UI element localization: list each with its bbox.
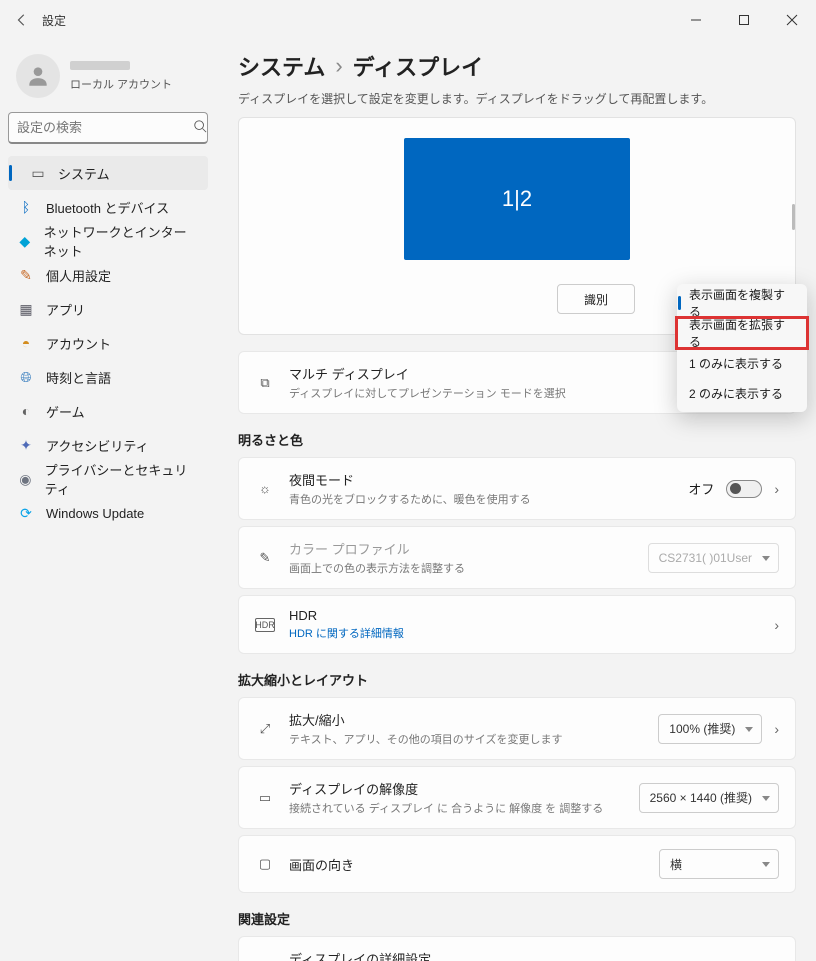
- scale-card[interactable]: ⤢ 拡大/縮小 テキスト、アプリ、その他の項目のサイズを変更します 100% (…: [238, 697, 796, 760]
- app-title: 設定: [42, 12, 66, 29]
- back-button[interactable]: [12, 10, 32, 30]
- identify-button[interactable]: 識別: [557, 284, 635, 314]
- multi-display-icon: ⧉: [255, 375, 275, 391]
- minimize-button[interactable]: [684, 8, 708, 32]
- menu-show-only-1[interactable]: 1 のみに表示する: [677, 348, 807, 378]
- card-title: カラー プロファイル: [289, 539, 634, 558]
- resolution-card[interactable]: ▭ ディスプレイの解像度 接続されている ディスプレイ に 合うように 解像度 …: [238, 766, 796, 829]
- card-title: ディスプレイの詳細設定: [289, 949, 760, 961]
- hdr-card[interactable]: HDR HDR HDR に関する詳細情報 ›: [238, 595, 796, 654]
- nav-accounts[interactable]: ◓アカウント: [8, 326, 208, 360]
- scrollbar[interactable]: [792, 204, 795, 230]
- section-scale: 拡大縮小とレイアウト: [238, 670, 796, 689]
- nav-time-language[interactable]: 🌐︎時刻と言語: [8, 360, 208, 394]
- close-button[interactable]: [780, 8, 804, 32]
- scale-icon: ⤢: [255, 721, 275, 737]
- bluetooth-icon: ᛒ: [18, 199, 34, 215]
- breadcrumb-display: ディスプレイ: [353, 50, 483, 82]
- card-sub: テキスト、アプリ、その他の項目のサイズを変更します: [289, 731, 644, 747]
- display-arrangement-panel: 1|2 識別 表示画面を複製する 表示画面を拡張する 1 のみに表示する 2 の…: [238, 117, 796, 335]
- nav-accessibility[interactable]: ✦アクセシビリティ: [8, 428, 208, 462]
- search-icon: [193, 119, 207, 136]
- toggle-state: オフ: [688, 479, 714, 498]
- card-sub: ディスプレイに対してプレゼンテーション モードを選択: [289, 385, 625, 401]
- search-box[interactable]: [8, 112, 208, 144]
- wifi-icon: ◆: [18, 233, 32, 249]
- update-icon: ⟳: [18, 505, 34, 521]
- card-sub: 画面上での色の表示方法を調整する: [289, 560, 634, 576]
- card-title: マルチ ディスプレイ: [289, 364, 625, 383]
- display-tile[interactable]: 1|2: [404, 138, 630, 260]
- card-title: 夜間モード: [289, 470, 674, 489]
- avatar-icon: [16, 54, 60, 98]
- shield-icon: ◉: [18, 471, 33, 487]
- card-title: 画面の向き: [289, 855, 645, 874]
- nav-privacy[interactable]: ◉プライバシーとセキュリティ: [8, 462, 208, 496]
- user-row[interactable]: ローカル アカウント: [8, 48, 208, 112]
- nav-system[interactable]: ▭システム: [8, 156, 208, 190]
- advanced-display-card[interactable]: 🖵 ディスプレイの詳細設定 ディスプレイ情報、リフレッシュ レート ›: [238, 936, 796, 961]
- globe-icon: 🌐︎: [18, 369, 34, 385]
- nav-personalization[interactable]: ✎個人用設定: [8, 258, 208, 292]
- card-title: HDR: [289, 608, 760, 623]
- user-sub: ローカル アカウント: [70, 76, 172, 92]
- account-icon: ◓: [18, 335, 34, 351]
- nav-update[interactable]: ⟳Windows Update: [8, 496, 208, 530]
- card-title: 拡大/縮小: [289, 710, 644, 729]
- hdr-link[interactable]: HDR に関する詳細情報: [289, 625, 760, 641]
- brush-icon: ✎: [18, 267, 34, 283]
- card-title: ディスプレイの解像度: [289, 779, 625, 798]
- night-toggle[interactable]: [726, 480, 762, 498]
- breadcrumb-system[interactable]: システム: [238, 50, 325, 82]
- menu-show-only-2[interactable]: 2 のみに表示する: [677, 378, 807, 408]
- nav-apps[interactable]: ▦アプリ: [8, 292, 208, 326]
- chevron-right-icon: ›: [774, 617, 779, 633]
- page-description: ディスプレイを選択して設定を変更します。ディスプレイをドラッグして再配置します。: [238, 90, 796, 107]
- maximize-button[interactable]: [732, 8, 756, 32]
- orientation-card[interactable]: ▢ 画面の向き 横: [238, 835, 796, 893]
- gaming-icon: ◐: [18, 403, 34, 419]
- hdr-icon: HDR: [255, 618, 275, 632]
- chevron-right-icon: ›: [335, 53, 342, 79]
- section-related: 関連設定: [238, 909, 796, 928]
- menu-duplicate[interactable]: 表示画面を複製する: [677, 288, 807, 318]
- search-input[interactable]: [17, 120, 193, 135]
- nav-gaming[interactable]: ◐ゲーム: [8, 394, 208, 428]
- resolution-icon: ▭: [255, 790, 275, 806]
- menu-extend[interactable]: 表示画面を拡張する: [677, 318, 807, 348]
- chevron-right-icon: ›: [774, 721, 779, 737]
- eyedropper-icon: ✎: [255, 550, 275, 566]
- main-content: システム › ディスプレイ ディスプレイを選択して設定を変更します。ディスプレイ…: [218, 40, 816, 961]
- chevron-right-icon: ›: [774, 481, 779, 497]
- night-light-card[interactable]: ☼ 夜間モード 青色の光をブロックするために、暖色を使用する オフ ›: [238, 457, 796, 520]
- nav-network[interactable]: ◆ネットワークとインターネット: [8, 224, 208, 258]
- breadcrumb: システム › ディスプレイ: [238, 50, 796, 82]
- system-icon: ▭: [30, 165, 46, 181]
- orientation-select[interactable]: 横: [659, 849, 779, 879]
- sidebar: ローカル アカウント ▭システム ᛒBluetooth とデバイス ◆ネットワー…: [0, 40, 218, 961]
- scale-select[interactable]: 100% (推奨): [658, 714, 762, 744]
- resolution-select[interactable]: 2560 × 1440 (推奨): [639, 783, 779, 813]
- user-name-redacted: [70, 61, 130, 70]
- projection-mode-menu: 表示画面を複製する 表示画面を拡張する 1 のみに表示する 2 のみに表示する: [677, 284, 807, 412]
- color-profile-card: ✎ カラー プロファイル 画面上での色の表示方法を調整する CS2731( )0…: [238, 526, 796, 589]
- orientation-icon: ▢: [255, 856, 275, 872]
- nav-bluetooth[interactable]: ᛒBluetooth とデバイス: [8, 190, 208, 224]
- apps-icon: ▦: [18, 301, 34, 317]
- titlebar: 設定: [0, 0, 816, 40]
- card-sub: 青色の光をブロックするために、暖色を使用する: [289, 491, 674, 507]
- accessibility-icon: ✦: [18, 437, 34, 453]
- card-sub: 接続されている ディスプレイ に 合うように 解像度 を 調整する: [289, 800, 625, 816]
- section-brightness: 明るさと色: [238, 430, 796, 449]
- sun-icon: ☼: [255, 481, 275, 496]
- color-profile-select: CS2731( )01User: [648, 543, 779, 573]
